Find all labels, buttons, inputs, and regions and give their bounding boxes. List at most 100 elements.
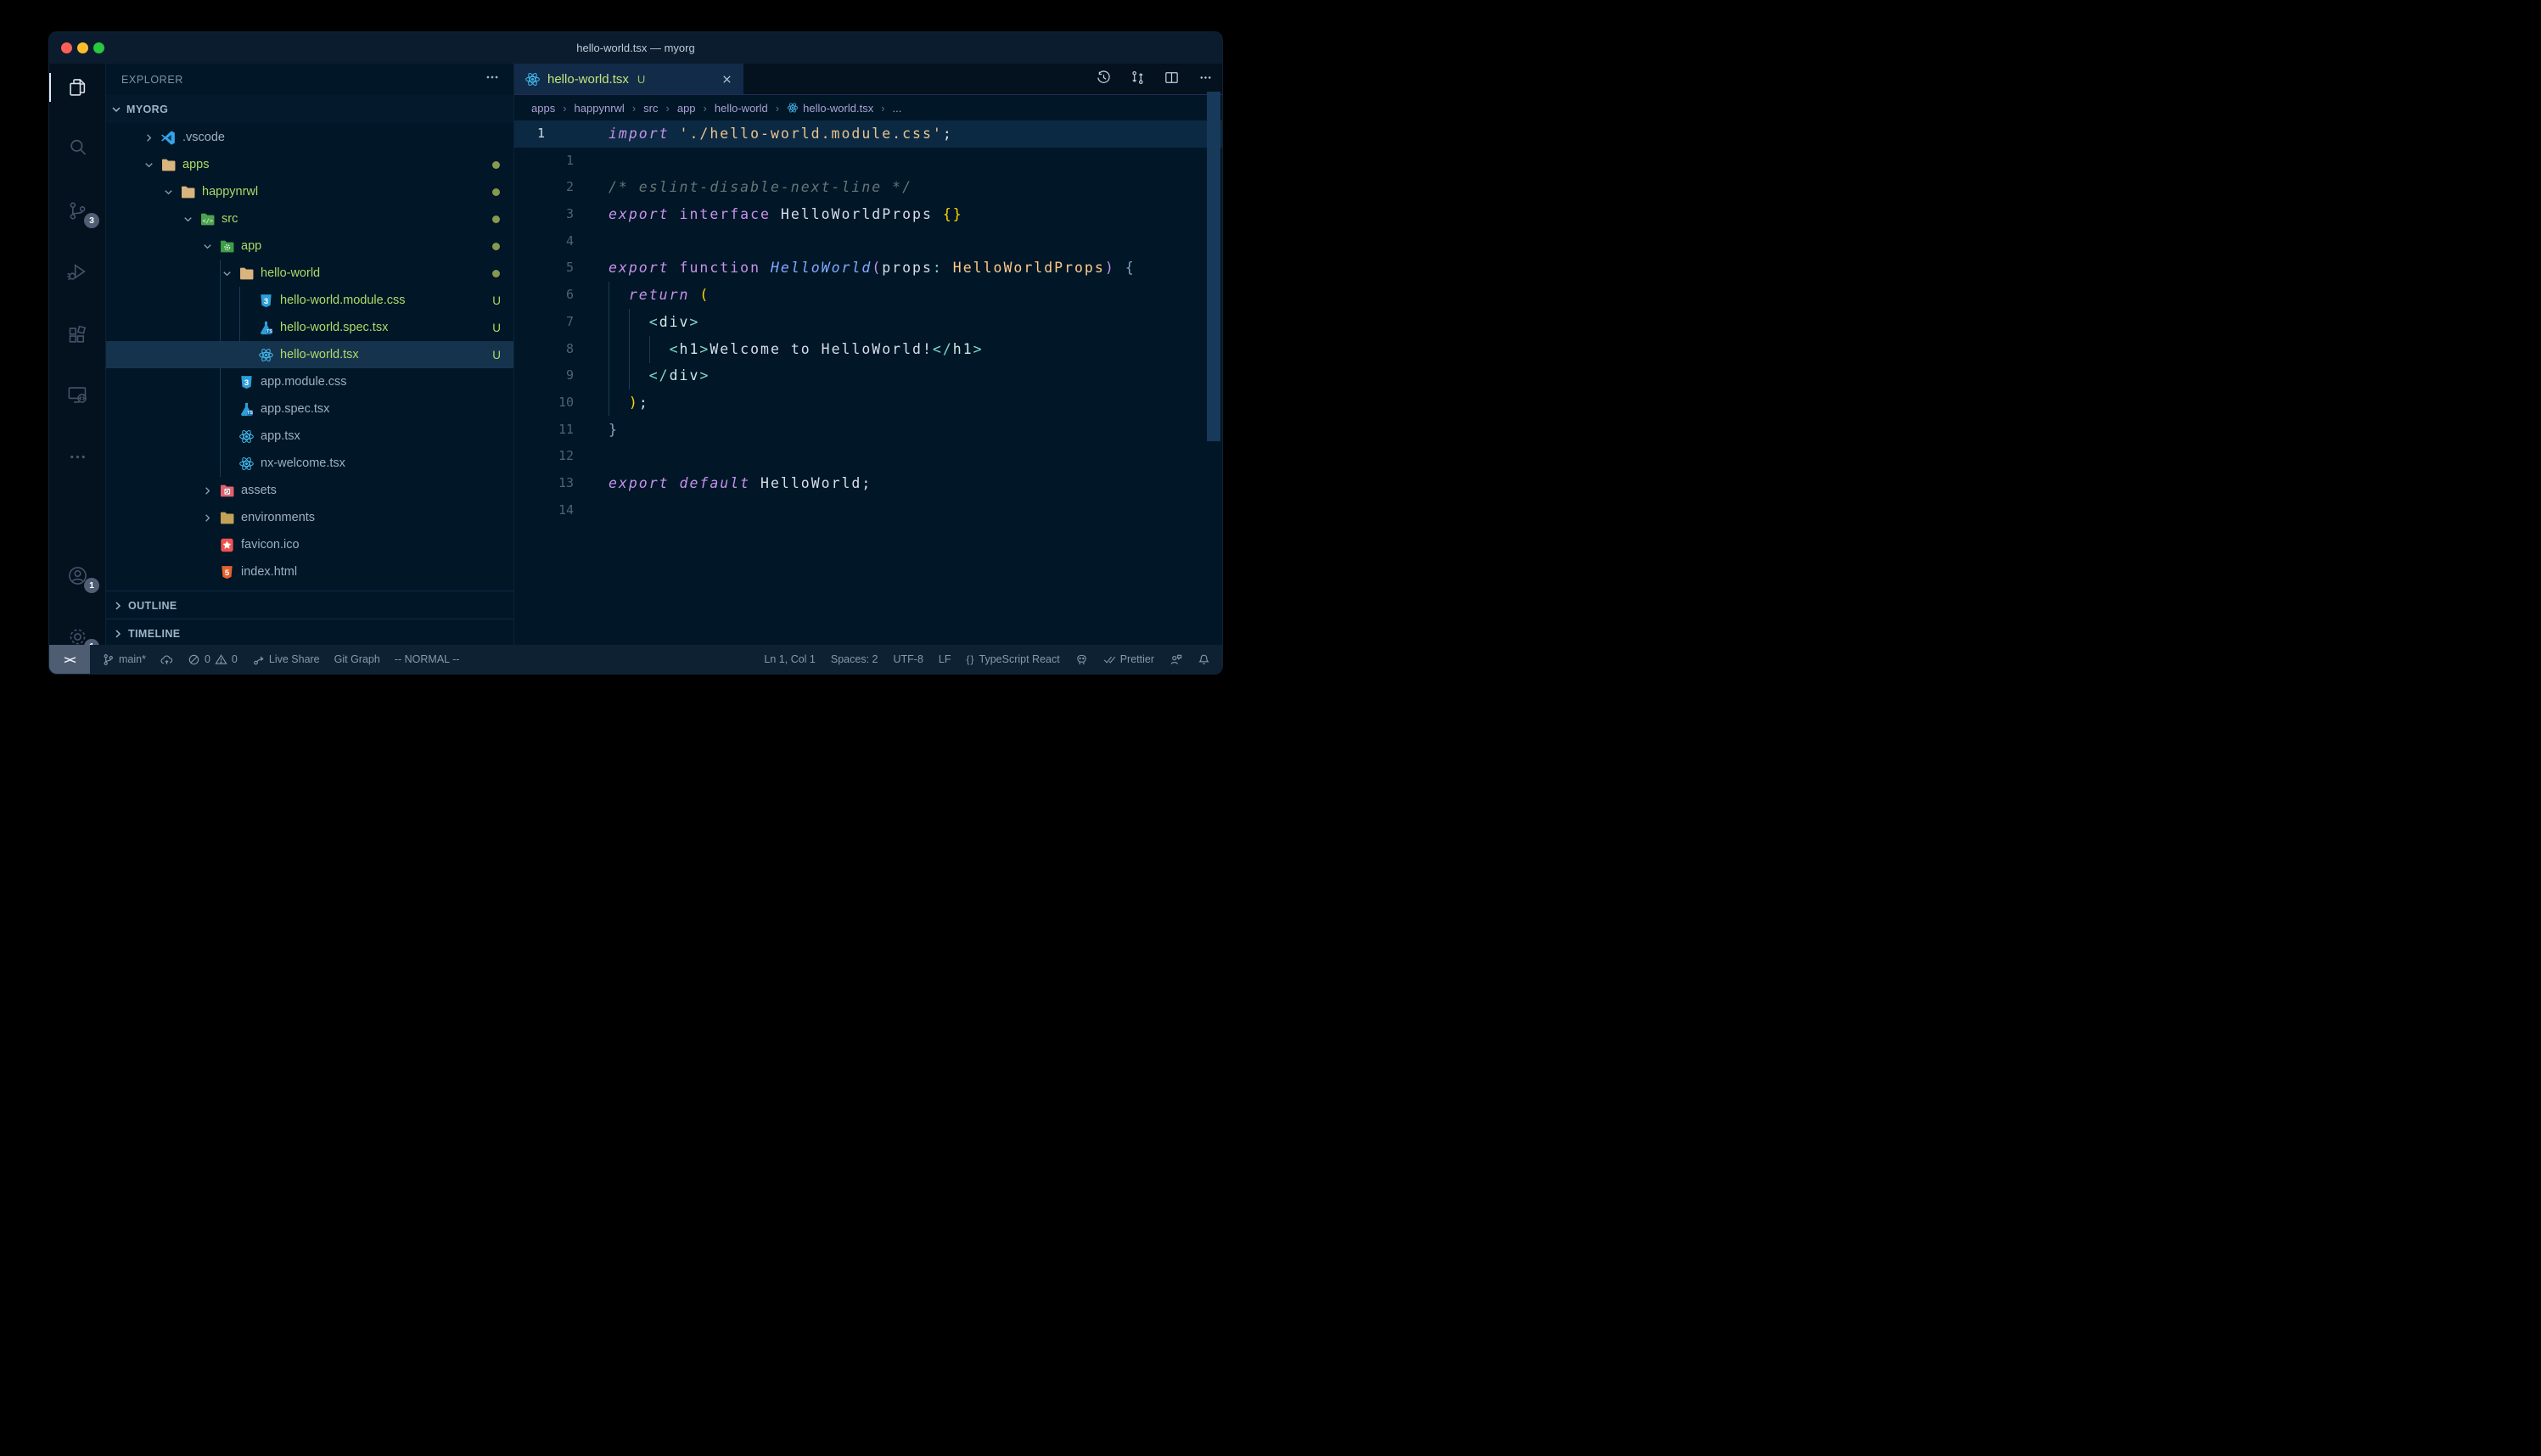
- close-window-button[interactable]: [61, 42, 72, 53]
- breadcrumb-app[interactable]: app: [677, 102, 696, 115]
- code-token: >: [973, 341, 984, 357]
- tree-item-.vscode[interactable]: .vscode: [106, 124, 513, 151]
- code-line-5[interactable]: 4: [514, 228, 1222, 255]
- tree-item-assets[interactable]: assets: [106, 477, 513, 504]
- code-line-11[interactable]: 10 );: [514, 389, 1222, 417]
- tree-item-hello-world.spec.tsx[interactable]: TShello-world.spec.tsxU: [106, 314, 513, 341]
- more-actions-icon[interactable]: [1198, 70, 1214, 90]
- status-prettier[interactable]: Prettier: [1103, 653, 1154, 666]
- tree-item-environments[interactable]: environments: [106, 504, 513, 531]
- remote-explorer-icon[interactable]: [49, 374, 105, 415]
- breadcrumb-src[interactable]: src: [643, 102, 658, 115]
- tree-item-hello-world.module.css[interactable]: 3hello-world.module.cssU: [106, 287, 513, 314]
- zoom-window-button[interactable]: [93, 42, 104, 53]
- tree-item-hello-world.tsx[interactable]: hello-world.tsxU: [106, 341, 513, 368]
- status-language-mode[interactable]: {} TypeScript React: [967, 653, 1060, 665]
- code-token: h1: [680, 341, 700, 357]
- code-line-4[interactable]: 3export interface HelloWorldProps {}: [514, 201, 1222, 228]
- scrollbar-thumb[interactable]: [1207, 92, 1220, 441]
- explorer-more-actions-icon[interactable]: [485, 70, 500, 89]
- status-eol[interactable]: LF: [939, 653, 951, 665]
- tree-item-app.spec.tsx[interactable]: TSapp.spec.tsx: [106, 395, 513, 423]
- status-sync[interactable]: [160, 653, 173, 666]
- tree-item-app[interactable]: app: [106, 232, 513, 260]
- breadcrumb-separator: ›: [704, 102, 707, 115]
- more-views-icon[interactable]: [49, 436, 105, 477]
- status-feedback[interactable]: [1170, 653, 1182, 666]
- timeline-history-icon[interactable]: [1096, 70, 1112, 90]
- code-line-3[interactable]: 2/* eslint-disable-next-line */: [514, 174, 1222, 201]
- status-encoding[interactable]: UTF-8: [893, 653, 923, 665]
- tree-item-nx-welcome.tsx[interactable]: nx-welcome.tsx: [106, 450, 513, 477]
- code-line-7[interactable]: 6 return (: [514, 282, 1222, 309]
- status-indentation[interactable]: Spaces: 2: [831, 653, 878, 665]
- accounts-icon[interactable]: 1: [49, 555, 105, 596]
- explorer-icon[interactable]: [49, 67, 105, 108]
- remote-indicator[interactable]: ><: [49, 645, 90, 674]
- git-modified-dot: [492, 243, 500, 250]
- timeline-section[interactable]: TIMELINE: [106, 619, 513, 647]
- code-area[interactable]: 1import './hello-world.module.css';12/* …: [514, 120, 1222, 645]
- code-line-12[interactable]: 11}: [514, 417, 1222, 444]
- status-cursor-position[interactable]: Ln 1, Col 1: [764, 653, 815, 665]
- code-line-1[interactable]: 1import './hello-world.module.css';: [514, 120, 1222, 148]
- tree-item-favicon.ico[interactable]: favicon.ico: [106, 531, 513, 558]
- close-tab-icon[interactable]: [721, 73, 733, 86]
- code-line-13[interactable]: 12: [514, 443, 1222, 470]
- chevron-spacer: [221, 402, 238, 416]
- code-token: [609, 287, 629, 303]
- warning-count-icon: [215, 653, 227, 666]
- code-line-8[interactable]: 7 <div>: [514, 309, 1222, 336]
- tree-item-hello-world[interactable]: hello-world: [106, 260, 513, 287]
- code-line-15[interactable]: 14: [514, 497, 1222, 524]
- workspace-section-myorg[interactable]: MYORG: [106, 95, 513, 123]
- code-token: <: [649, 314, 659, 330]
- status-octoface[interactable]: [1075, 653, 1088, 666]
- chevron-down-icon: [109, 103, 123, 116]
- status-problems[interactable]: 0 0: [188, 653, 238, 666]
- minimize-window-button[interactable]: [77, 42, 88, 53]
- code-token: HelloWorldProps: [771, 206, 943, 222]
- tree-item-happynrwl[interactable]: happynrwl: [106, 178, 513, 205]
- breadcrumb-hello-world[interactable]: hello-world: [715, 102, 768, 115]
- status-vim-mode: -- NORMAL --: [395, 653, 460, 665]
- open-changes-icon[interactable]: [1130, 70, 1146, 90]
- tree-item-apps[interactable]: apps: [106, 151, 513, 178]
- breadcrumb-hello-world.tsx[interactable]: hello-world.tsx: [787, 102, 873, 115]
- breadcrumb-happynrwl[interactable]: happynrwl: [575, 102, 625, 115]
- breadcrumb-...[interactable]: ...: [893, 102, 902, 115]
- code-token: >: [699, 341, 710, 357]
- status-git-graph[interactable]: Git Graph: [334, 653, 380, 665]
- code-line-6[interactable]: 5export function HelloWorld(props: Hello…: [514, 255, 1222, 282]
- chevron-right-icon: [111, 627, 125, 641]
- breadcrumb-apps[interactable]: apps: [531, 102, 555, 115]
- status-live-share[interactable]: Live Share: [252, 653, 320, 666]
- line-number: 11: [514, 417, 574, 444]
- code-token: </: [933, 341, 953, 357]
- breadcrumb-label: src: [643, 102, 658, 115]
- run-debug-icon[interactable]: [49, 251, 105, 292]
- extensions-icon[interactable]: [49, 315, 105, 356]
- code-token: /* eslint-disable-next-line */: [609, 179, 912, 195]
- outline-section[interactable]: OUTLINE: [106, 591, 513, 619]
- code-line-2[interactable]: 1: [514, 148, 1222, 175]
- status-branch[interactable]: main*: [102, 653, 146, 666]
- split-editor-icon[interactable]: [1164, 70, 1180, 90]
- git-modified-dot: [492, 161, 500, 169]
- tree-item-app.tsx[interactable]: app.tsx: [106, 423, 513, 450]
- tree-item-index.html[interactable]: 5index.html: [106, 558, 513, 585]
- svg-text:5: 5: [225, 568, 230, 577]
- tree-item-label: src: [222, 212, 238, 226]
- folder-icon: [160, 157, 177, 173]
- source-control-icon[interactable]: 3: [49, 190, 105, 231]
- tree-item-app.module.css[interactable]: 3app.module.css: [106, 368, 513, 395]
- search-icon[interactable]: [49, 126, 105, 167]
- code-line-9[interactable]: 8 <h1>Welcome to HelloWorld!</h1>: [514, 336, 1222, 363]
- prettier-label: Prettier: [1120, 653, 1154, 665]
- status-notifications[interactable]: [1198, 653, 1210, 666]
- tree-item-src[interactable]: </>src: [106, 205, 513, 232]
- code-line-14[interactable]: 13export default HelloWorld;: [514, 470, 1222, 497]
- code-line-10[interactable]: 9 </div>: [514, 362, 1222, 389]
- tab-hello-world-tsx[interactable]: hello-world.tsx U: [514, 64, 743, 94]
- code-token: return: [629, 287, 690, 303]
